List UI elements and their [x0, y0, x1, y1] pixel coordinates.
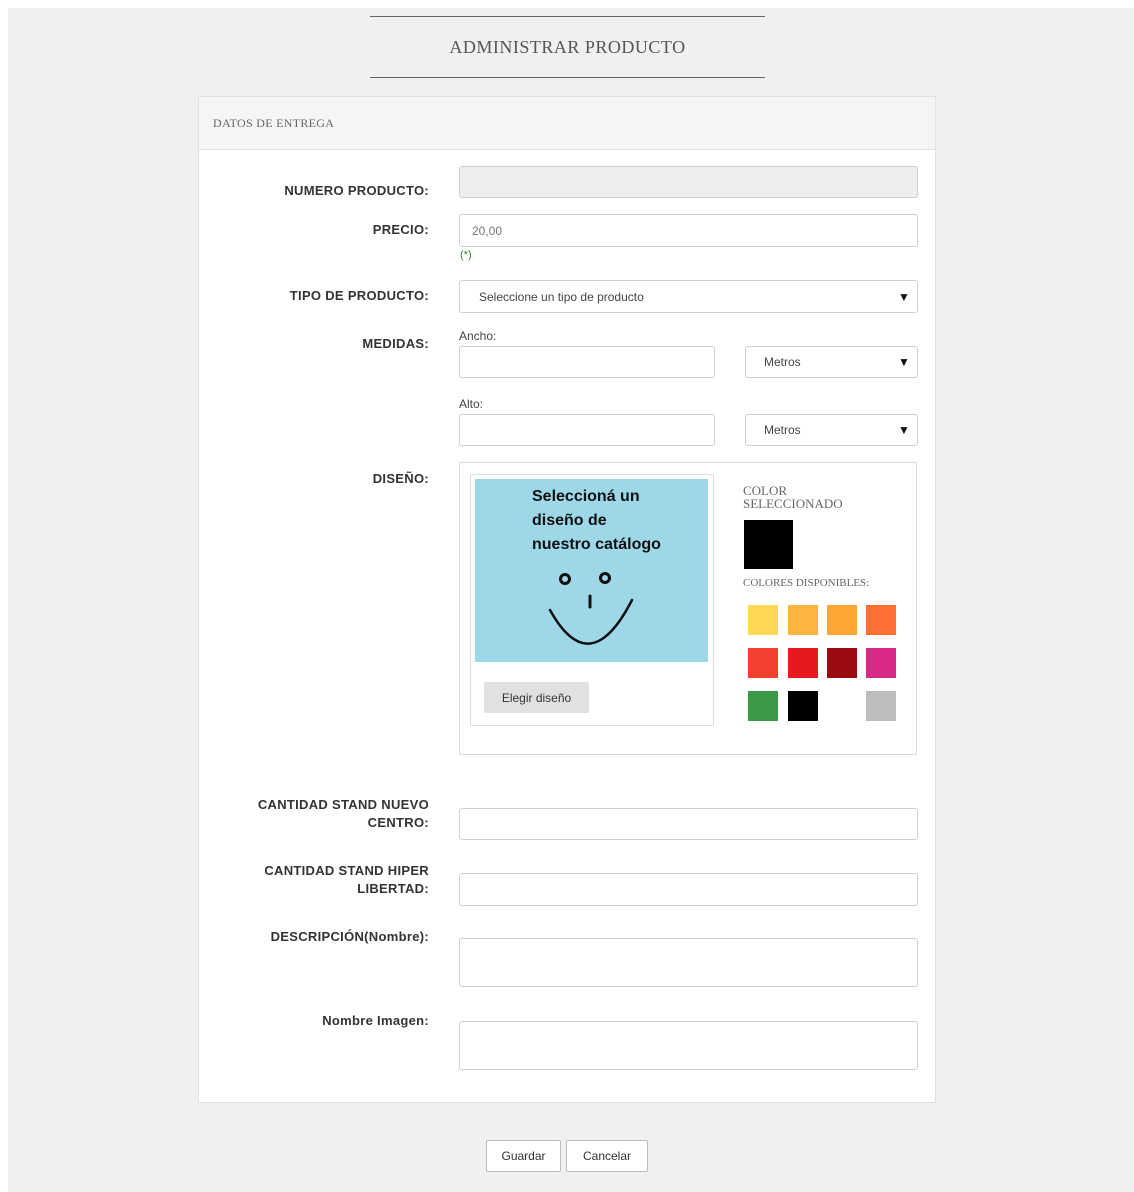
tipo-producto-selected: Seleccione un tipo de producto	[479, 289, 644, 304]
available-colors-title: COLORES DISPONIBLES:	[743, 577, 870, 589]
card-title: DATOS DE ENTREGA	[199, 97, 935, 150]
tipo-producto-label: TIPO DE PRODUCTO:	[289, 288, 429, 303]
choose-design-button[interactable]: Elegir diseño	[484, 682, 589, 713]
color-swatch[interactable]	[827, 605, 857, 635]
design-preview-card: Seleccioná un diseño de nuestro catálogo…	[470, 474, 714, 726]
color-swatch[interactable]	[788, 691, 818, 721]
selected-color-title: COLOR SELECCIONADO	[743, 483, 843, 511]
smiley-face-icon	[548, 572, 634, 645]
stand-nuevo-centro-input[interactable]	[459, 808, 918, 840]
page-background: ADMINISTRAR PRODUCTO DATOS DE ENTREGA NU…	[8, 8, 1134, 1192]
stand-hiper-libertad-label: CANTIDAD STAND HIPER LIBERTAD:	[264, 863, 429, 896]
nombre-imagen-label: Nombre Imagen:	[322, 1013, 429, 1028]
design-placeholder-text: Seleccioná un diseño de nuestro catálogo	[532, 488, 661, 553]
color-swatch[interactable]	[748, 605, 778, 635]
precio-label: PRECIO:	[372, 222, 429, 237]
alto-label: Alto:	[459, 397, 484, 411]
design-panel: Seleccioná un diseño de nuestro catálogo…	[459, 462, 917, 755]
descripcion-label: DESCRIPCIÓN(Nombre):	[270, 929, 429, 944]
stand-nuevo-centro-label: CANTIDAD STAND NUEVO CENTRO:	[257, 797, 429, 830]
color-swatch[interactable]	[866, 691, 896, 721]
color-swatch[interactable]	[866, 605, 896, 635]
nombre-imagen-textarea[interactable]	[459, 1021, 918, 1070]
diseno-label: DISEÑO:	[372, 471, 429, 486]
ancho-unit-selected: Metros	[764, 355, 801, 369]
color-swatch[interactable]	[788, 605, 818, 635]
color-swatch[interactable]	[748, 691, 778, 721]
cancel-button[interactable]: Cancelar	[566, 1140, 648, 1172]
alto-unit-select[interactable]: Metros ▼	[745, 414, 918, 446]
medidas-label: MEDIDAS:	[362, 336, 429, 351]
descripcion-textarea[interactable]	[459, 938, 918, 987]
chevron-down-icon: ▼	[898, 355, 910, 369]
numero-producto-label: NUMERO PRODUCTO:	[284, 183, 429, 198]
color-swatch[interactable]	[788, 648, 818, 678]
save-button[interactable]: Guardar	[486, 1140, 561, 1172]
ancho-label: Ancho:	[459, 329, 497, 343]
delivery-form-card: DATOS DE ENTREGA NUMERO PRODUCTO: PRECIO…	[198, 96, 936, 1103]
precio-required-mark: (*)	[460, 249, 472, 261]
design-preview-image: Seleccioná un diseño de nuestro catálogo	[475, 479, 708, 662]
color-swatch[interactable]	[748, 648, 778, 678]
color-swatch[interactable]	[866, 648, 896, 678]
alto-input[interactable]	[459, 414, 715, 446]
tipo-producto-select[interactable]: Seleccione un tipo de producto ▼	[459, 280, 918, 313]
ancho-input[interactable]	[459, 346, 715, 378]
numero-producto-input[interactable]	[459, 166, 918, 198]
alto-unit-selected: Metros	[764, 423, 801, 437]
chevron-down-icon: ▼	[898, 423, 910, 437]
page-title-block: ADMINISTRAR PRODUCTO	[370, 16, 765, 78]
stand-hiper-libertad-input[interactable]	[459, 873, 918, 906]
precio-input[interactable]	[459, 214, 918, 247]
color-swatch[interactable]	[827, 648, 857, 678]
page-title: ADMINISTRAR PRODUCTO	[449, 37, 686, 57]
chevron-down-icon: ▼	[898, 289, 910, 304]
selected-color-swatch	[744, 520, 793, 569]
color-swatch[interactable]	[827, 691, 857, 721]
ancho-unit-select[interactable]: Metros ▼	[745, 346, 918, 378]
